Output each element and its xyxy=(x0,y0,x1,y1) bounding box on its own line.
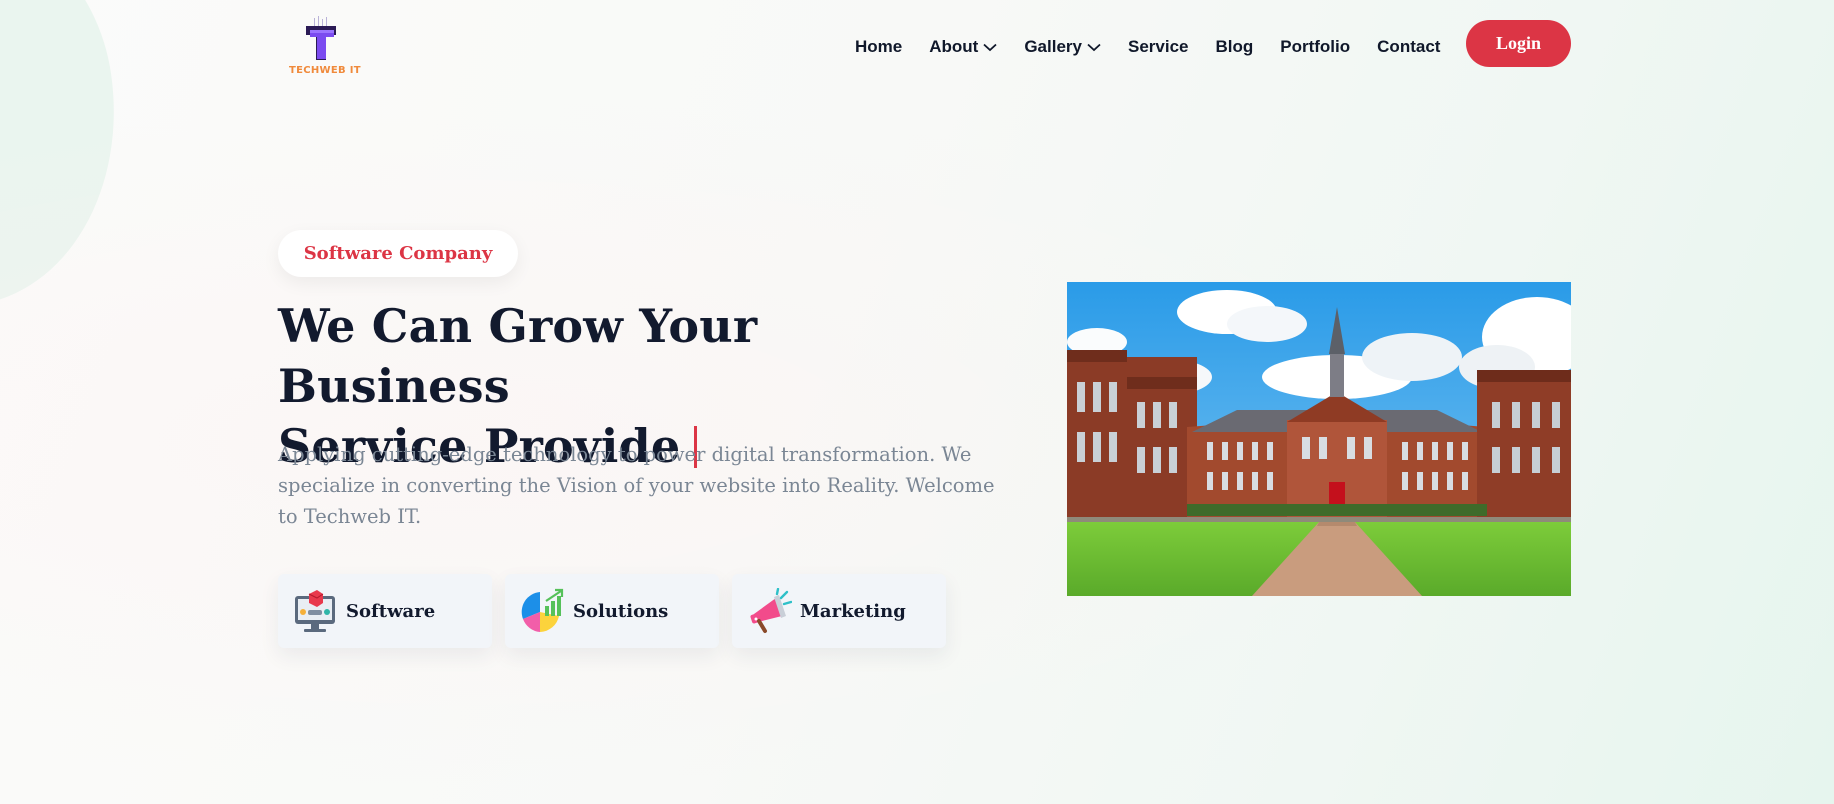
feature-card-marketing[interactable]: Marketing xyxy=(732,574,946,648)
background-blob xyxy=(0,0,141,315)
feature-list: Software Solutions Marketing xyxy=(278,574,946,648)
megaphone-icon xyxy=(750,588,792,633)
nav-label: Gallery xyxy=(1024,37,1082,56)
nav-contact[interactable]: Contact xyxy=(1377,37,1440,57)
nav-home[interactable]: Home xyxy=(855,37,902,57)
logo-text: TECHWEB IT xyxy=(289,65,361,76)
nav-gallery[interactable]: Gallery xyxy=(1024,37,1101,57)
login-button[interactable]: Login xyxy=(1466,20,1571,67)
hero-image xyxy=(1067,282,1571,596)
feature-card-software[interactable]: Software xyxy=(278,574,492,648)
nav-service[interactable]: Service xyxy=(1128,37,1189,57)
chevron-down-icon xyxy=(1087,43,1101,51)
software-monitor-icon xyxy=(295,590,335,632)
feature-label: Solutions xyxy=(573,600,669,622)
logo-mark-icon xyxy=(306,16,336,60)
nav-label: Contact xyxy=(1377,37,1441,56)
campus-building-photo xyxy=(1067,282,1571,596)
hero-description: Applying cutting-edge technology to powe… xyxy=(278,443,995,528)
feature-label: Software xyxy=(346,600,436,622)
pie-chart-growth-icon xyxy=(521,588,564,632)
nav-label: Portfolio xyxy=(1280,37,1351,56)
feature-card-solutions[interactable]: Solutions xyxy=(505,574,719,648)
hero-tag: Software Company xyxy=(278,230,518,277)
feature-label: Marketing xyxy=(800,600,906,622)
nav-label: About xyxy=(929,37,979,56)
nav-about[interactable]: About xyxy=(929,37,997,57)
nav-label: Blog xyxy=(1215,37,1254,56)
nav-blog[interactable]: Blog xyxy=(1215,37,1253,57)
headline-line-1: We Can Grow Your Business xyxy=(278,299,758,413)
nav-label: Home xyxy=(855,37,903,56)
chevron-down-icon xyxy=(983,43,997,51)
nav-label: Service xyxy=(1127,37,1189,56)
nav-portfolio[interactable]: Portfolio xyxy=(1280,37,1350,57)
main-nav: Home About Gallery Service Blog Portfoli… xyxy=(855,37,1467,57)
